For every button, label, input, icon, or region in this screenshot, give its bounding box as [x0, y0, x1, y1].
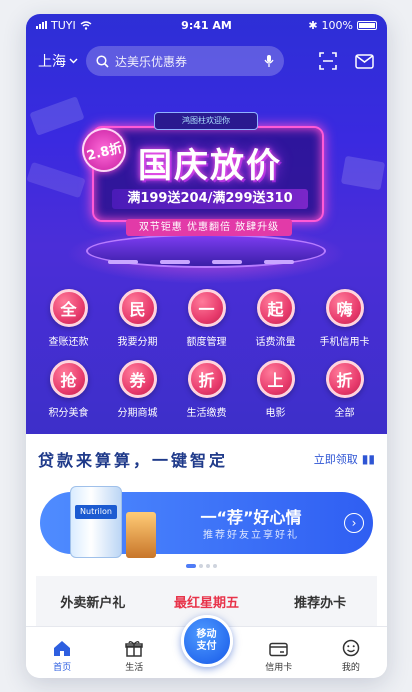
feature-badge-icon: 民: [118, 289, 157, 327]
message-icon[interactable]: [353, 50, 375, 72]
feature-badge-icon: 全: [49, 289, 88, 327]
feature-badge-icon: 一: [187, 289, 226, 327]
tab-life-label: 生活: [125, 663, 144, 673]
feature-label: 手机信用卡: [319, 337, 370, 348]
banner-promo: 满199送204/满299送310: [112, 189, 308, 209]
banner-sign: 鸿图柱欢迎你: [154, 112, 258, 130]
feature-badge-icon: 抢: [49, 360, 88, 398]
tab-card-label: 信用卡: [265, 663, 293, 673]
search-placeholder: 达美乐优惠券: [115, 54, 188, 69]
feature-item[interactable]: 折全部: [310, 360, 379, 419]
carousel-indicator: [186, 564, 217, 568]
feature-label: 全部: [334, 408, 355, 419]
feature-badge-icon: 折: [187, 360, 226, 398]
feature-badge-icon: 折: [325, 360, 364, 398]
feature-item[interactable]: 全查账还款: [34, 289, 103, 348]
chevron-down-icon: [69, 58, 78, 64]
search-icon: [96, 54, 109, 68]
promo-tab[interactable]: 推荐办卡: [263, 576, 377, 626]
referral-title: 一“荐”好心情: [200, 508, 302, 527]
status-time: 9:41 AM: [181, 18, 232, 32]
loan-notice-bar[interactable]: 贷款来算算，一键智定 立即领取 ▮▮: [26, 444, 387, 474]
can-label: Nutrilon: [75, 505, 117, 519]
feature-label: 查账还款: [48, 337, 89, 348]
tab-life[interactable]: 生活: [98, 640, 170, 673]
feature-item[interactable]: 抢积分美食: [34, 360, 103, 419]
feature-badge-icon: 起: [256, 289, 295, 327]
hero-section: TUYI 9:41 AM ✱ 100% 上海 达美乐优惠券 鸿图柱欢迎你 2.8…: [26, 14, 387, 434]
mobile-pay-label: 移动 支付: [196, 629, 217, 652]
feature-label: 话费流量: [255, 337, 296, 348]
chevron-right-icon[interactable]: ›: [344, 513, 364, 533]
feature-label: 积分美食: [48, 408, 89, 419]
feature-badge-icon: 上: [256, 360, 295, 398]
tab-credit-card[interactable]: 信用卡: [243, 642, 315, 673]
feature-label: 分期商城: [117, 408, 158, 419]
gift-icon: [125, 641, 144, 657]
referral-subtitle: 推荐好友立享好礼: [203, 530, 299, 541]
banner-headline: 国庆放价: [138, 146, 282, 186]
search-input[interactable]: 达美乐优惠券: [86, 46, 284, 76]
banner-slogan: 双节钜惠 优惠翻倍 放肆升级: [126, 219, 292, 236]
city-label: 上海: [38, 54, 66, 70]
feature-label: 电影: [265, 408, 286, 419]
product-can-image: Nutrilon: [70, 486, 122, 558]
feature-item[interactable]: 一额度管理: [172, 289, 241, 348]
feature-item[interactable]: 上电影: [241, 360, 310, 419]
battery-icon: [357, 20, 377, 30]
notice-link[interactable]: 立即领取: [314, 451, 358, 467]
feature-item[interactable]: 折生活缴费: [172, 360, 241, 419]
home-icon: [54, 641, 71, 656]
feature-badge-icon: 嗨: [325, 289, 364, 327]
scan-icon[interactable]: [317, 50, 339, 72]
status-bar: TUYI 9:41 AM ✱ 100%: [26, 14, 387, 36]
product-box-image: [126, 512, 156, 558]
tab-home-label: 首页: [53, 663, 72, 673]
feature-item[interactable]: 券分期商城: [103, 360, 172, 419]
feature-item[interactable]: 嗨手机信用卡: [310, 289, 379, 348]
city-selector[interactable]: 上海: [38, 51, 78, 71]
promo-banner[interactable]: 鸿图柱欢迎你 2.8折 国庆放价 满199送204/满299送310 双节钜惠 …: [26, 84, 387, 284]
feature-item[interactable]: 民我要分期: [103, 289, 172, 348]
tab-mine-label: 我的: [341, 663, 360, 673]
bottom-tab-bar: 首页 生活 移动 支付 信用卡 我的: [26, 615, 387, 678]
feature-grid: 全查账还款 民我要分期 一额度管理 起话费流量 嗨手机信用卡 抢积分美食 券分期…: [34, 289, 379, 419]
tab-home[interactable]: 首页: [26, 640, 98, 673]
feature-badge-icon: 券: [118, 360, 157, 398]
credit-card-icon: [269, 642, 288, 657]
promo-tab[interactable]: 外卖新户礼: [36, 576, 150, 626]
smile-icon: [342, 639, 360, 657]
phone-screen: TUYI 9:41 AM ✱ 100% 上海 达美乐优惠券 鸿图柱欢迎你 2.8…: [26, 14, 387, 678]
feature-item[interactable]: 起话费流量: [241, 289, 310, 348]
feature-label: 我要分期: [117, 337, 158, 348]
mobile-pay-button[interactable]: 移动 支付: [180, 615, 233, 667]
top-header: 上海 达美乐优惠券: [26, 44, 387, 78]
signal-bars-icon: ▮▮: [361, 452, 375, 466]
microphone-icon[interactable]: [264, 54, 274, 68]
notice-text: 贷款来算算，一键智定: [38, 451, 229, 470]
tab-mine[interactable]: 我的: [315, 639, 387, 673]
feature-label: 生活缴费: [186, 408, 227, 419]
feature-label: 额度管理: [186, 337, 227, 348]
